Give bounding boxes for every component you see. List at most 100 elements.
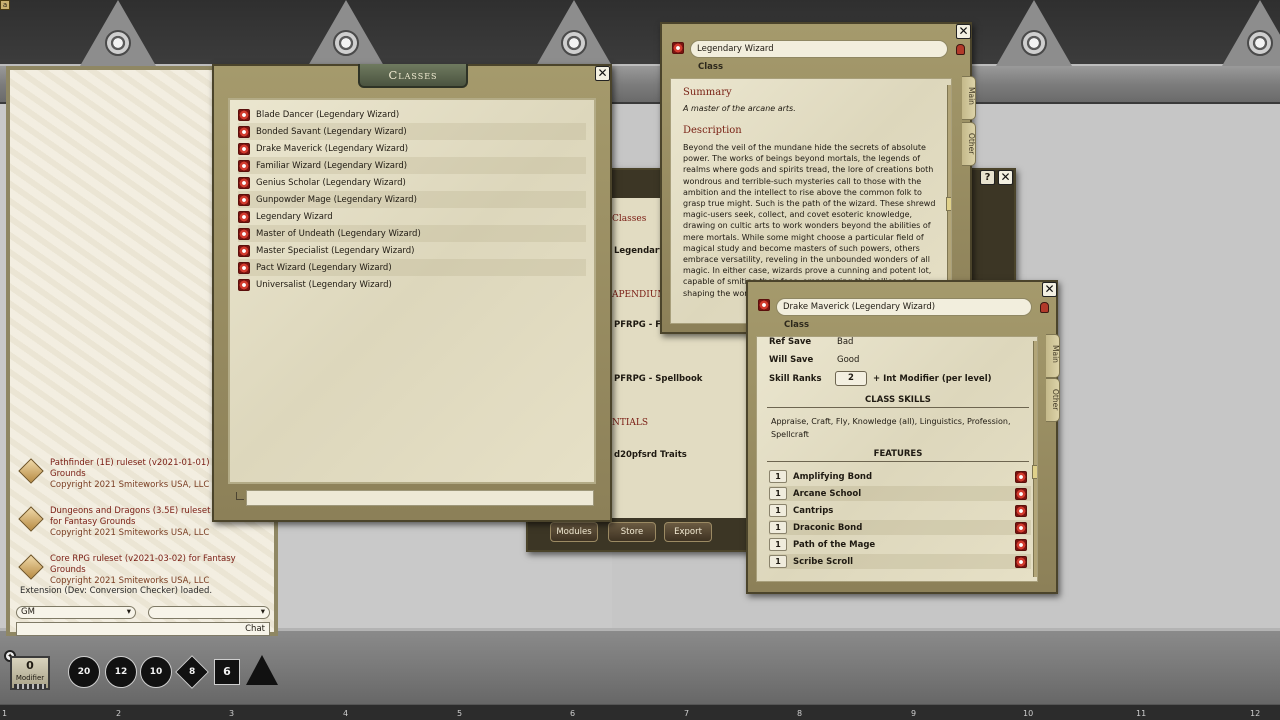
- record-type: Class: [784, 320, 810, 330]
- library-row[interactable]: PFRPG - Spellbook: [614, 374, 702, 384]
- lock-icon[interactable]: [1040, 302, 1049, 313]
- tab-other[interactable]: Other: [962, 122, 976, 166]
- chat-identity-select[interactable]: GM ▾: [16, 606, 136, 619]
- feature-row[interactable]: 1 Arcane School: [769, 486, 1031, 501]
- chat-entry-copyright: Copyright 2021 Smiteworks USA, LLC: [50, 528, 210, 538]
- skill-ranks-field[interactable]: 2: [835, 371, 867, 386]
- list-item[interactable]: Gunpowder Mage (Legendary Wizard): [238, 191, 586, 208]
- scrollbar-thumb[interactable]: [946, 197, 951, 211]
- lock-icon[interactable]: [956, 44, 965, 55]
- close-icon[interactable]: ✕: [998, 170, 1013, 185]
- d20-die-icon[interactable]: 20: [68, 656, 100, 688]
- reference-link-icon[interactable]: [238, 278, 250, 291]
- feature-row[interactable]: 1 Amplifying Bond: [769, 469, 1031, 484]
- reference-link-icon[interactable]: [238, 244, 250, 257]
- feature-row[interactable]: 1 Cantrips: [769, 503, 1031, 518]
- list-item[interactable]: Bonded Savant (Legendary Wizard): [238, 123, 586, 140]
- feature-level[interactable]: 1: [769, 470, 787, 483]
- features-heading: FEATURES: [767, 449, 1029, 462]
- chat-input[interactable]: Chat: [16, 622, 270, 636]
- close-icon[interactable]: ✕: [956, 24, 971, 39]
- feature-row[interactable]: 1 Path of the Mage: [769, 537, 1031, 552]
- record-type: Class: [698, 62, 724, 72]
- feature-level[interactable]: 1: [769, 521, 787, 534]
- modules-button[interactable]: Modules: [550, 522, 598, 542]
- description-heading: Description: [683, 125, 742, 136]
- feature-level[interactable]: 1: [769, 555, 787, 568]
- class-name: Universalist (Legendary Wizard): [256, 279, 392, 290]
- reference-link-icon[interactable]: [1015, 521, 1027, 534]
- tab-label: Main: [967, 87, 976, 105]
- skill-ranks-label: Skill Ranks: [769, 374, 822, 384]
- ruleset-die-icon: [18, 506, 44, 532]
- reference-link-icon[interactable]: [238, 125, 250, 138]
- chat-entry-line: Pathfinder (1E) ruleset (v2021-01-01) fo…: [50, 458, 232, 468]
- record-name-field[interactable]: Legendary Wizard: [690, 40, 948, 58]
- reference-link-icon[interactable]: [238, 210, 250, 223]
- reference-link-icon[interactable]: [238, 159, 250, 172]
- class-name: Familiar Wizard (Legendary Wizard): [256, 160, 408, 171]
- ruler-tick: 12: [1250, 709, 1261, 718]
- store-button[interactable]: Store: [608, 522, 656, 542]
- library-section-classes[interactable]: Classes: [612, 214, 646, 224]
- list-item[interactable]: Master Specialist (Legendary Wizard): [238, 242, 586, 259]
- feature-level[interactable]: 1: [769, 538, 787, 551]
- scrollbar-thumb[interactable]: [1032, 465, 1037, 479]
- classes-window: Classes ✕ Blade Dancer (Legendary Wizard…: [212, 64, 612, 522]
- feature-level[interactable]: 1: [769, 487, 787, 500]
- filter-input[interactable]: [246, 490, 594, 506]
- reference-link-icon[interactable]: [1015, 538, 1027, 551]
- reference-link-icon[interactable]: [238, 142, 250, 155]
- feature-row[interactable]: 1 Scribe Scroll: [769, 554, 1031, 569]
- chat-mode-select[interactable]: ▾: [148, 606, 270, 619]
- reference-link-icon[interactable]: [1015, 504, 1027, 517]
- list-item[interactable]: Legendary Wizard: [238, 208, 586, 225]
- close-icon[interactable]: ✕: [595, 66, 610, 81]
- modifier-label: Modifier: [15, 674, 45, 682]
- list-item[interactable]: Genius Scholar (Legendary Wizard): [238, 174, 586, 191]
- library-row[interactable]: d20pfsrd Traits: [614, 450, 687, 460]
- d12-die-icon[interactable]: 12: [105, 656, 137, 688]
- reference-link-icon[interactable]: [238, 261, 250, 274]
- reference-link-icon[interactable]: [238, 108, 250, 121]
- filter-toggle-icon[interactable]: [236, 492, 244, 500]
- library-section-essentials[interactable]: NTIALS: [612, 418, 648, 428]
- export-button[interactable]: Export: [664, 522, 712, 542]
- modifier-box[interactable]: 0 Modifier: [10, 656, 50, 690]
- list-item[interactable]: Drake Maverick (Legendary Wizard): [238, 140, 586, 157]
- reference-link-icon[interactable]: [1015, 487, 1027, 500]
- tab-other[interactable]: Other: [1046, 378, 1060, 422]
- d10-die-icon[interactable]: 10: [140, 656, 172, 688]
- list-item[interactable]: Pact Wizard (Legendary Wizard): [238, 259, 586, 276]
- record-name-field[interactable]: Drake Maverick (Legendary Wizard): [776, 298, 1032, 316]
- grid-ruler: 1 2 3 4 5 6 7 8 9 10 11 12: [0, 704, 1280, 720]
- feature-level[interactable]: 1: [769, 504, 787, 517]
- list-item[interactable]: Universalist (Legendary Wizard): [238, 276, 586, 293]
- reference-link-icon[interactable]: [238, 193, 250, 206]
- class-name: Master Specialist (Legendary Wizard): [256, 245, 415, 256]
- close-icon[interactable]: ✕: [1042, 282, 1057, 297]
- reference-link-icon[interactable]: [758, 299, 770, 311]
- class-name: Gunpowder Mage (Legendary Wizard): [256, 194, 417, 205]
- reference-link-icon[interactable]: [238, 176, 250, 189]
- list-item[interactable]: Master of Undeath (Legendary Wizard): [238, 225, 586, 242]
- tab-label: Main: [1051, 345, 1060, 363]
- emblem-icon: [105, 30, 131, 56]
- list-item[interactable]: Blade Dancer (Legendary Wizard): [238, 106, 586, 123]
- tab-main[interactable]: Main: [962, 76, 976, 120]
- tab-main[interactable]: Main: [1046, 334, 1060, 378]
- help-icon[interactable]: ?: [980, 170, 995, 185]
- reference-link-icon[interactable]: [1015, 555, 1027, 568]
- d6-die-icon[interactable]: 6: [214, 659, 240, 685]
- library-section-compendium[interactable]: APENDIUM: [612, 290, 667, 300]
- feature-row[interactable]: 1 Draconic Bond: [769, 520, 1031, 535]
- reference-link-icon[interactable]: [238, 227, 250, 240]
- reference-link-icon[interactable]: [672, 42, 684, 54]
- scrollbar[interactable]: [1032, 341, 1037, 577]
- chat-entry-line: Grounds: [50, 469, 86, 479]
- reference-link-icon[interactable]: [1015, 470, 1027, 483]
- ruleset-die-icon: [18, 458, 44, 484]
- list-item[interactable]: Familiar Wizard (Legendary Wizard): [238, 157, 586, 174]
- desktop-lock-icon[interactable]: a: [0, 0, 10, 10]
- d4-die-icon[interactable]: [246, 655, 278, 685]
